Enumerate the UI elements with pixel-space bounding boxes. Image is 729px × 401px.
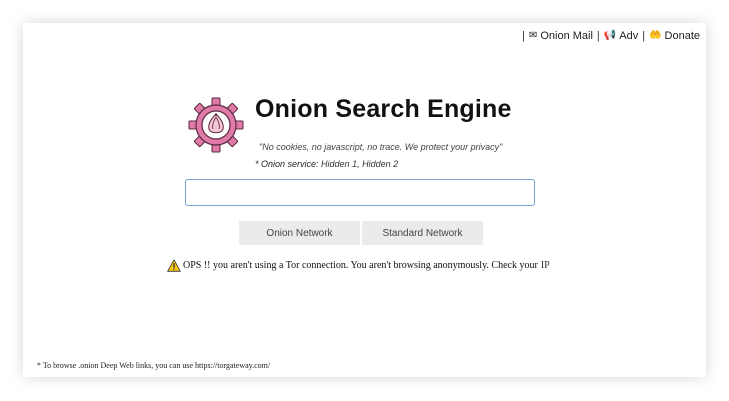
warning-triangle-icon: [167, 259, 181, 272]
onion-service-label: * Onion service:: [255, 159, 319, 169]
slogan: "No cookies, no javascript, no trace. We…: [259, 142, 503, 152]
adv-link[interactable]: 📢 Adv: [604, 30, 638, 42]
top-navigation: | ✉ Onion Mail | 📢 Adv | 🤲 Donate: [518, 30, 700, 42]
nav-separator: |: [596, 30, 600, 42]
onion-mail-link[interactable]: ✉ Onion Mail: [529, 30, 593, 42]
onion-service-line: * Onion service: Hidden 1, Hidden 2: [255, 159, 398, 169]
page-title: Onion Search Engine: [255, 95, 512, 123]
megaphone-icon: 📢: [603, 30, 617, 41]
tor-warning: OPS !! you aren't using a Tor connection…: [167, 259, 550, 272]
onion-gear-logo[interactable]: [188, 97, 244, 153]
coin-hand-icon: 🤲: [649, 30, 662, 41]
page-frame: | ✉ Onion Mail | 📢 Adv | 🤲 Donate Onion …: [23, 23, 706, 377]
donate-link[interactable]: 🤲 Donate: [649, 30, 700, 42]
nav-separator: |: [522, 30, 525, 42]
warning-text: OPS !! you aren't using a Tor connection…: [183, 260, 538, 271]
onion-mail-label: Onion Mail: [540, 30, 593, 42]
search-input[interactable]: [185, 179, 535, 206]
ip-link[interactable]: IP: [541, 260, 550, 271]
footnote-text: * To browse .onion Deep Web links, you c…: [37, 361, 194, 370]
torgateway-link[interactable]: https://torgateway.com/: [195, 361, 270, 370]
comma: ,: [357, 159, 360, 169]
standard-network-button[interactable]: Standard Network: [362, 221, 483, 245]
onion-network-button[interactable]: Onion Network: [239, 221, 360, 245]
hidden-2-link[interactable]: Hidden 2: [362, 159, 398, 169]
adv-label: Adv: [619, 30, 639, 42]
donate-label: Donate: [664, 30, 700, 42]
envelope-icon: ✉: [528, 30, 538, 41]
hidden-1-link[interactable]: Hidden 1: [321, 159, 357, 169]
footnote: * To browse .onion Deep Web links, you c…: [37, 361, 270, 370]
nav-separator: |: [642, 30, 646, 42]
